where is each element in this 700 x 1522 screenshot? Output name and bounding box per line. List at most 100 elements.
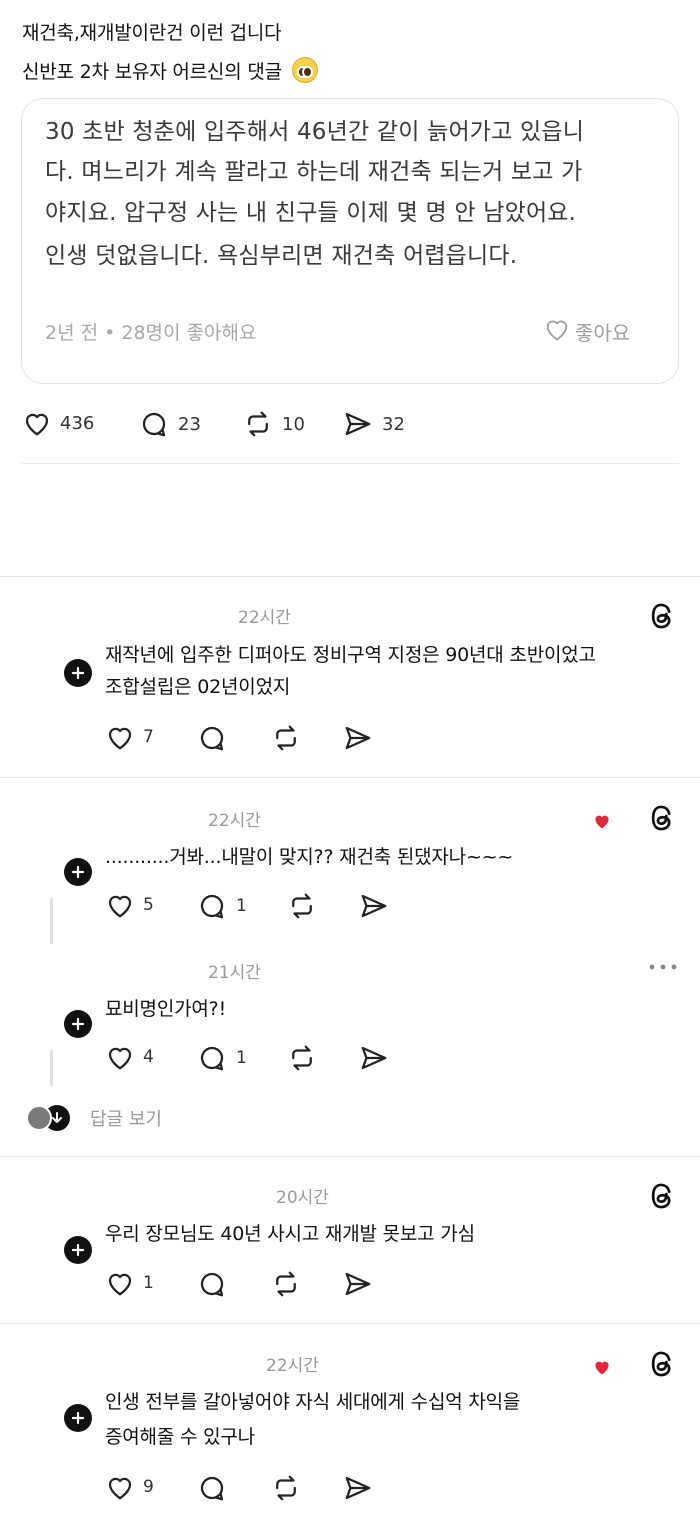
comment-icon xyxy=(196,1043,228,1073)
comment-5-line-2: 증여해줄 수 있구나 xyxy=(105,1426,255,1448)
plus-icon xyxy=(71,1017,85,1031)
comment-5-like-count: 9 xyxy=(143,1477,154,1497)
share-button[interactable]: 32 xyxy=(342,409,405,439)
comment-3-share-button[interactable] xyxy=(358,1043,390,1073)
comment-4-share-button[interactable] xyxy=(342,1269,374,1299)
comment-5-reply-button[interactable] xyxy=(196,1473,228,1503)
comment-1-line-2: 조합설립은 02년이었지 xyxy=(105,676,291,698)
comment-2-repost-button[interactable] xyxy=(286,891,318,921)
follow-plus-button[interactable] xyxy=(64,1404,92,1432)
plus-icon xyxy=(71,865,85,879)
comment-3-like-button[interactable]: 4 xyxy=(105,1043,154,1071)
comment-3-line-1: 묘비명인가여?! xyxy=(105,998,226,1020)
divider xyxy=(0,1323,700,1324)
comment-5-repost-button[interactable] xyxy=(270,1473,302,1503)
avatar xyxy=(26,1105,52,1131)
repost-count: 10 xyxy=(282,413,305,435)
send-icon xyxy=(342,1269,374,1299)
divider xyxy=(22,463,679,464)
heart-icon xyxy=(22,409,52,437)
comment-icon xyxy=(196,723,228,753)
thread-line xyxy=(50,1050,53,1086)
comment-icon xyxy=(196,891,228,921)
comment-5-share-button[interactable] xyxy=(342,1473,374,1503)
comment-1-like-button[interactable]: 7 xyxy=(105,723,154,751)
divider xyxy=(0,576,700,577)
follow-plus-button[interactable] xyxy=(64,659,92,687)
comment-4-line-1: 우리 장모님도 40년 사시고 재개발 못보고 가심 xyxy=(105,1223,475,1245)
comment-2-reply-count: 1 xyxy=(236,896,247,916)
comment-4-like-button[interactable]: 1 xyxy=(105,1269,154,1297)
comment-3-reply-count: 1 xyxy=(236,1048,247,1068)
comment-icon xyxy=(196,1473,228,1503)
like-button[interactable]: 436 xyxy=(22,409,94,437)
comment-1-repost-button[interactable] xyxy=(270,723,302,753)
quote-meta: 2년 전 • 28명이 좋아해요 xyxy=(45,322,257,344)
comment-3-like-count: 4 xyxy=(143,1047,154,1067)
comment-4-like-count: 1 xyxy=(143,1273,154,1293)
comment-1-reply-button[interactable] xyxy=(196,723,228,753)
threads-logo-icon[interactable] xyxy=(648,802,678,834)
quote-like-button: 좋아요 xyxy=(543,316,630,347)
comment-2-time: 22시간 xyxy=(208,811,261,831)
comment-button[interactable]: 23 xyxy=(138,409,201,439)
plus-icon xyxy=(71,1243,85,1257)
comment-5-like-button[interactable]: 9 xyxy=(105,1473,154,1501)
comment-3-reply-button[interactable]: 1 xyxy=(196,1043,247,1073)
comment-5-time: 22시간 xyxy=(266,1356,319,1376)
view-replies-button[interactable]: 답글 보기 xyxy=(26,1105,162,1131)
comment-1-like-count: 7 xyxy=(143,727,154,747)
repost-icon xyxy=(286,891,318,921)
quote-line-4: 인생 덧없읍니다. 욕심부리면 재건축 어렵읍니다. xyxy=(45,243,518,269)
threads-logo-icon[interactable] xyxy=(648,1348,678,1380)
more-options-icon[interactable] xyxy=(648,962,678,972)
threads-logo-icon[interactable] xyxy=(648,1180,678,1212)
heart-icon xyxy=(105,723,135,751)
comment-2-like-button[interactable]: 5 xyxy=(105,891,154,919)
send-icon xyxy=(358,1043,390,1073)
comment-2-line-1: ...........거봐...내말이 맞지?? 재건축 된댔자나~~~ xyxy=(105,846,514,868)
follow-plus-button[interactable] xyxy=(64,858,92,886)
like-count: 436 xyxy=(60,412,95,434)
comment-4-reply-button[interactable] xyxy=(196,1269,228,1299)
comment-4-repost-button[interactable] xyxy=(270,1269,302,1299)
divider xyxy=(0,1156,700,1157)
comment-1-share-button[interactable] xyxy=(342,723,374,753)
reply-avatars xyxy=(26,1105,70,1131)
comment-2-reply-button[interactable]: 1 xyxy=(196,891,247,921)
comment-3-repost-button[interactable] xyxy=(286,1043,318,1073)
plus-icon xyxy=(71,666,85,680)
post-text-line-2-label: 신반포 2차 보유자 어르신의 댓글 xyxy=(22,61,282,83)
comment-icon xyxy=(138,409,170,439)
post-text-line-1: 재건축,재개발이란건 이런 겁니다 xyxy=(22,22,282,44)
post-text-line-2: 신반포 2차 보유자 어르신의 댓글 xyxy=(22,57,318,84)
share-count: 32 xyxy=(382,413,405,435)
quote-line-3: 야지요. 압구정 사는 내 친구들 이제 몇 명 안 남았어요. xyxy=(45,200,577,226)
plus-icon xyxy=(71,1411,85,1425)
send-icon xyxy=(342,409,374,439)
repost-icon xyxy=(270,1269,302,1299)
repost-icon xyxy=(286,1043,318,1073)
divider xyxy=(0,777,700,778)
follow-plus-button[interactable] xyxy=(64,1236,92,1264)
heart-icon xyxy=(105,1043,135,1071)
comment-icon xyxy=(196,1269,228,1299)
comment-2-share-button[interactable] xyxy=(358,891,390,921)
repost-icon xyxy=(242,409,274,439)
comment-2-like-count: 5 xyxy=(143,895,154,915)
quote-line-2: 다. 며느리가 계속 팔라고 하는데 재건축 되는거 보고 가 xyxy=(45,159,583,185)
liked-heart-icon xyxy=(592,1358,612,1376)
heart-icon xyxy=(105,891,135,919)
arrow-down-icon xyxy=(52,1112,62,1123)
threads-logo-icon[interactable] xyxy=(648,600,678,632)
heart-icon xyxy=(105,1269,135,1297)
repost-button[interactable]: 10 xyxy=(242,409,305,439)
comment-5-line-1: 인생 전부를 갈아넣어야 자식 세대에게 수십억 차익을 xyxy=(105,1391,521,1413)
send-icon xyxy=(358,891,390,921)
comment-count: 23 xyxy=(178,413,201,435)
liked-heart-icon xyxy=(592,812,612,830)
pleading-face-icon xyxy=(291,57,318,83)
send-icon xyxy=(342,1473,374,1503)
follow-plus-button[interactable] xyxy=(64,1010,92,1038)
view-replies-label: 답글 보기 xyxy=(90,1109,162,1130)
